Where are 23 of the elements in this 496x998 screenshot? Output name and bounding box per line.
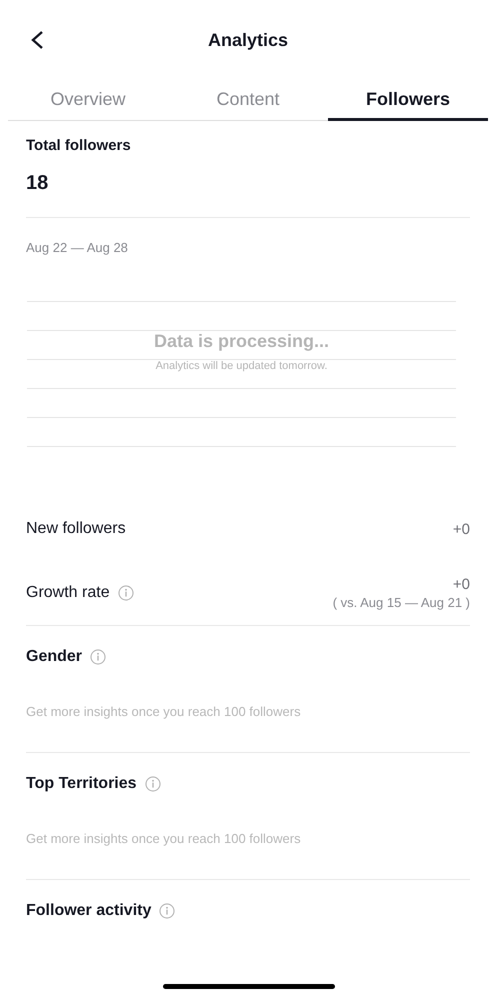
stat-value: +0 — [452, 576, 470, 593]
total-followers-value: 18 — [26, 172, 50, 195]
tab[interactable]: Followers — [328, 80, 488, 121]
insights-hint: Get more insights once you reach 100 followers — [26, 831, 302, 846]
insights-hint: Get more insights once you reach 100 followers — [26, 704, 302, 719]
tab[interactable]: Content — [168, 80, 328, 121]
comparison-note: ( vs. Aug 15 — Aug 21 ) — [332, 595, 470, 610]
stat-label: New followers — [26, 520, 126, 538]
info-icon[interactable] — [90, 649, 106, 665]
date-range: Aug 22 — Aug 28 — [26, 240, 129, 255]
section-title: Gender — [26, 648, 82, 666]
processing-subtitle: Analytics will be updated tomorrow. — [156, 360, 328, 372]
section-title: Top Territories — [26, 775, 137, 793]
tab[interactable]: Overview — [8, 80, 168, 121]
section-title: Follower activity — [26, 902, 152, 920]
info-icon[interactable] — [118, 585, 134, 601]
processing-title: Data is processing... — [154, 331, 330, 352]
stat-label: Growth rate — [26, 584, 110, 602]
total-followers-label: Total followers — [26, 137, 132, 154]
stat-value: +0 — [452, 520, 470, 538]
info-icon[interactable] — [159, 903, 176, 919]
info-icon[interactable] — [144, 776, 161, 792]
page-title: Analytics — [208, 30, 288, 50]
